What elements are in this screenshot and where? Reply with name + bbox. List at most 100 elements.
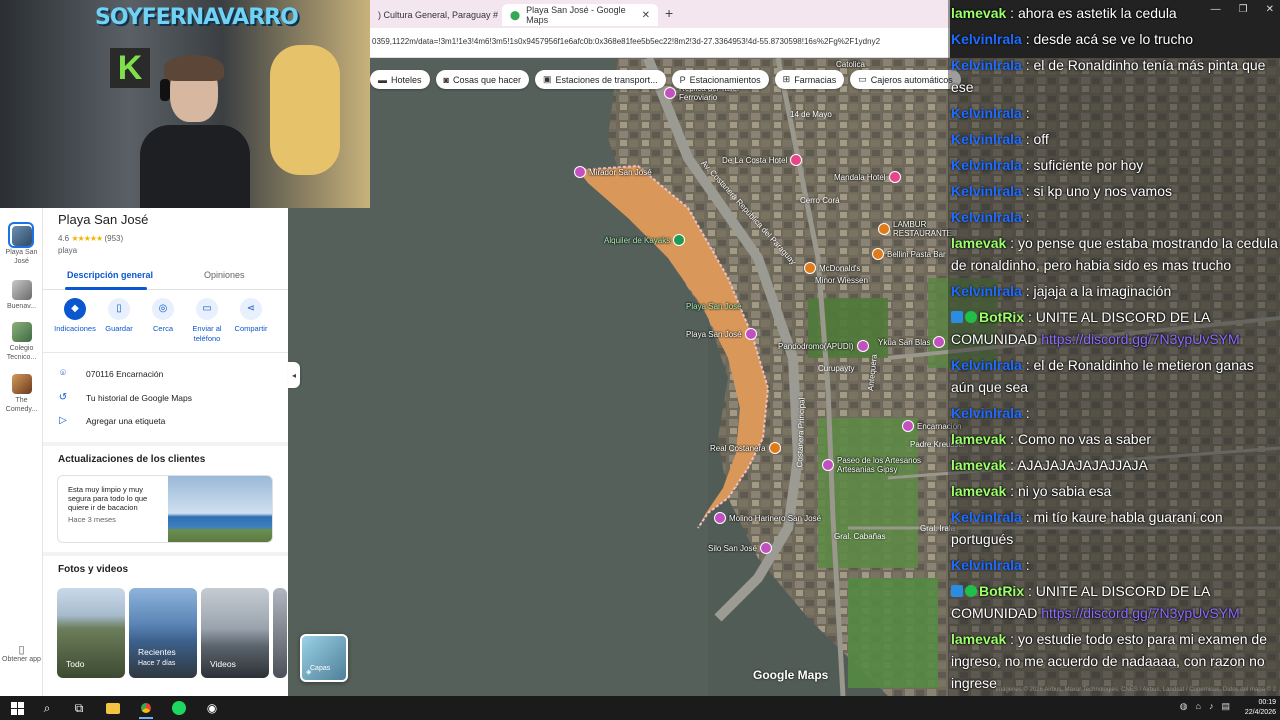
url-text[interactable]: 0359,1122m/data=!3m1!1e3!4m6!3m5!1s0x945… — [372, 37, 947, 46]
close-icon[interactable]: ✕ — [642, 10, 650, 21]
send-to-phone-button[interactable]: ▭ Enviar al teléfono — [185, 298, 229, 344]
rail-item-comedy[interactable]: The Comedy... — [0, 374, 43, 414]
chat-username[interactable]: lamevak — [951, 457, 1006, 473]
poi-mcdonalds[interactable]: McDonald's — [804, 262, 861, 274]
obs-icon: ◉ — [206, 701, 218, 715]
chat-separator: : — [1021, 131, 1034, 147]
rail-item-colegio[interactable]: Colegio Tecnico... — [0, 322, 43, 362]
new-tab-button[interactable]: + — [665, 5, 673, 21]
poi-bellini[interactable]: Bellini Pasta Bar — [872, 248, 946, 260]
language-icon[interactable]: ▤ — [1221, 701, 1230, 712]
search-button[interactable]: ⌕ — [38, 699, 56, 717]
obs-button[interactable]: ◉ — [203, 699, 221, 717]
address-row[interactable]: ⌾ 070116 Encarnación — [58, 368, 163, 379]
chat-username[interactable]: Kelvinlrala — [951, 31, 1022, 47]
poi-real-costanera[interactable]: Real Costanera — [710, 442, 781, 454]
chat-separator: : — [1021, 283, 1034, 299]
poi-catolica[interactable]: Catolica — [836, 60, 865, 69]
photo-videos[interactable]: Videos — [201, 588, 269, 678]
address-bar[interactable]: 0359,1122m/data=!3m1!1e3!4m6!3m5!1s0x945… — [370, 28, 950, 58]
customer-update-card[interactable]: Esta muy limpio y muy segura para todo l… — [57, 475, 273, 543]
chat-username[interactable]: BotRix — [979, 309, 1024, 325]
nearby-button[interactable]: ◎ Cerca — [141, 298, 185, 344]
restaurant-pin-icon — [878, 223, 890, 235]
get-app-button[interactable]: ▯ Obtener app — [0, 645, 43, 664]
tray-icon[interactable]: ◍ — [1180, 701, 1188, 712]
chat-username[interactable]: lamevak — [951, 631, 1006, 647]
chat-username[interactable]: Kelvinlrala — [951, 105, 1022, 121]
chip-hoteles[interactable]: ▬ Hoteles — [370, 70, 430, 89]
add-label-row[interactable]: ▷ Agregar una etiqueta — [58, 415, 165, 426]
place-thumbnail — [11, 226, 32, 246]
tab-cultura-general[interactable]: ) Cultura General, Paraguay # ✕ — [370, 4, 520, 26]
chip-cajeros[interactable]: ▭ Cajeros automáticos — [850, 70, 961, 89]
clock[interactable]: 00:19 22/4/2026 — [1245, 698, 1276, 718]
streamer-body — [140, 125, 250, 208]
chip-estaciones[interactable]: ▣ Estaciones de transport... — [535, 70, 666, 89]
save-button[interactable]: ▯ Guardar — [97, 298, 141, 344]
volume-icon[interactable]: ♪ — [1209, 701, 1214, 712]
directions-button[interactable]: ◆ Indicaciones — [53, 298, 97, 344]
task-view-button[interactable]: ⧉ — [70, 699, 88, 717]
chat-username[interactable]: BotRix — [979, 583, 1024, 599]
chat-username[interactable]: lamevak — [951, 235, 1006, 251]
layers-button[interactable]: ◈ Capas — [300, 634, 348, 682]
chrome-button[interactable] — [137, 699, 155, 717]
file-explorer-button[interactable] — [104, 699, 122, 717]
chat-message: lamevak : AJAJAJAJAJAJJAJA — [951, 454, 1279, 476]
chat-username[interactable]: Kelvinlrala — [951, 557, 1022, 573]
chat-text: ni yo sabia esa — [1017, 483, 1112, 499]
photo-recent[interactable]: Recientes Hace 7 días — [129, 588, 197, 678]
chat-separator: : — [1021, 157, 1034, 173]
poi-playa-san-jose[interactable]: Playa San José — [686, 328, 757, 340]
poi-playa-label: Playa San José — [686, 302, 742, 311]
spotify-button[interactable] — [170, 699, 188, 717]
rail-item-buenav[interactable]: Buenav... — [0, 280, 43, 311]
chat-username[interactable]: lamevak — [951, 431, 1006, 447]
chat-username[interactable]: Kelvinlrala — [951, 183, 1022, 199]
network-icon[interactable]: ⌂ — [1196, 701, 1201, 712]
chat-username[interactable]: Kelvinlrala — [951, 509, 1022, 525]
chat-username[interactable]: Kelvinlrala — [951, 157, 1022, 173]
chat-username[interactable]: Kelvinlrala — [951, 283, 1022, 299]
chat-username[interactable]: Kelvinlrala — [951, 405, 1022, 421]
poi-minor-wiessen[interactable]: Minor Wiessen — [815, 276, 868, 285]
poi-mirador[interactable]: Mirador San José — [574, 166, 652, 178]
tab-google-maps[interactable]: ⬤ Playa San José - Google Maps ✕ — [502, 4, 658, 26]
poi-ykua[interactable]: Ykua San Blas — [878, 336, 946, 348]
rail-item-playa[interactable]: Playa San José — [0, 226, 43, 266]
photo-all[interactable]: Todo — [57, 588, 125, 678]
chip-farmacias[interactable]: ⊞ Farmacias — [774, 70, 845, 89]
poi-costa-hotel[interactable]: De La Costa Hotel — [722, 154, 803, 166]
poi-paseo-artesanos[interactable]: Paseo de los Artesanos Artesanias Gipsy — [822, 456, 937, 474]
chat-username[interactable]: Kelvinlrala — [951, 357, 1022, 373]
chat-username[interactable]: lamevak — [951, 5, 1006, 21]
place-rating[interactable]: 4.6 ★★★★★ (953) — [58, 234, 123, 243]
chat-username[interactable]: lamevak — [951, 483, 1006, 499]
chat-message: BotRix : UNITE AL DISCORD DE LA COMUNIDA… — [951, 306, 1279, 350]
divider — [43, 352, 288, 353]
poi-pandodromo[interactable]: Pandodromo(APUDI) — [778, 340, 869, 352]
chat-link[interactable]: https://discord.gg/7N3ypUvSYM — [1041, 331, 1239, 347]
history-row[interactable]: ↺ Tu historial de Google Maps — [58, 392, 192, 403]
chip-cosas-que-hacer[interactable]: ◙ Cosas que hacer — [435, 70, 529, 89]
poi-silo[interactable]: Silo San José — [708, 542, 772, 554]
tab-overview[interactable]: Descripción general — [67, 270, 153, 280]
tab-reviews[interactable]: Opiniones — [204, 270, 245, 280]
chat-username[interactable]: Kelvinlrala — [951, 131, 1022, 147]
chat-link[interactable]: https://discord.gg/7N3ypUvSYM — [1041, 605, 1239, 621]
poi-mandala-hotel[interactable]: Mandala Hotel — [834, 171, 901, 183]
poi-kayaks[interactable]: Alquiler de Kayaks — [604, 234, 686, 246]
photo-more[interactable] — [273, 588, 287, 678]
share-button[interactable]: ⋖ Compartir — [229, 298, 273, 344]
star-rating-icon: ★★★★★ — [71, 234, 103, 243]
start-button[interactable] — [8, 699, 26, 717]
poi-lambur[interactable]: LAMBUR RESTAURANTE — [878, 220, 953, 238]
chat-username[interactable]: Kelvinlrala — [951, 57, 1022, 73]
layers-label: ◈ Capas — [306, 665, 331, 676]
chat-username[interactable]: Kelvinlrala — [951, 209, 1022, 225]
poi-molino[interactable]: Molino Harinero San José — [714, 512, 821, 524]
street-cerro-cora: Cerro Corá — [800, 196, 840, 205]
collapse-panel-button[interactable]: ◂ — [288, 362, 300, 388]
chip-estacionamientos[interactable]: P Estacionamientos — [671, 70, 769, 89]
